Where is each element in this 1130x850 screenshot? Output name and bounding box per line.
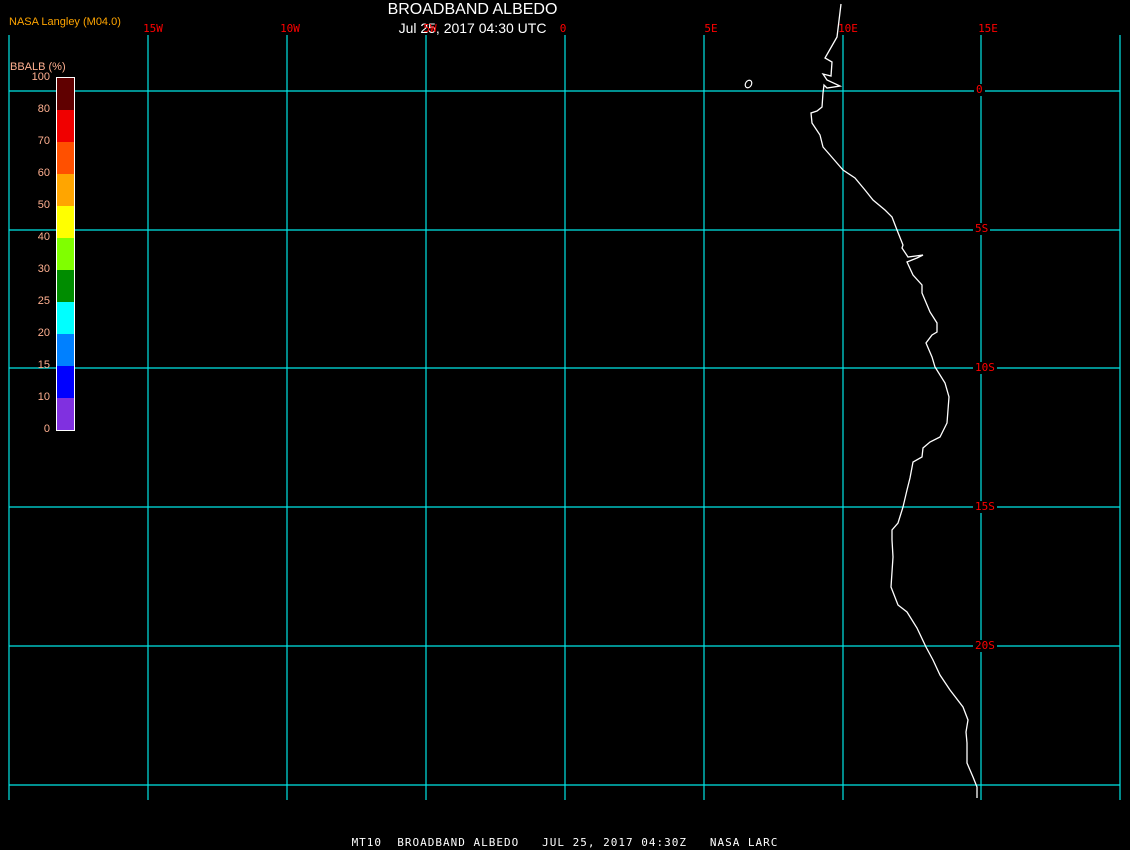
- map-canvas: [8, 3, 1121, 800]
- legend-label: 100: [31, 71, 50, 83]
- lon-label: 15W: [143, 22, 163, 35]
- legend-swatch: [57, 302, 74, 334]
- lat-label: 5S: [973, 222, 991, 235]
- lon-label: 10E: [838, 22, 858, 35]
- legend-swatch: [57, 174, 74, 206]
- lon-label: 0: [559, 22, 567, 35]
- legend-swatch: [57, 366, 74, 398]
- lon-label: 15E: [978, 22, 998, 35]
- legend-label: 15: [37, 359, 50, 371]
- legend-label: 0: [43, 423, 50, 435]
- lat-label: 15S: [973, 500, 997, 513]
- legend-swatch: [57, 142, 74, 174]
- legend-label: 25: [37, 295, 50, 307]
- legend-label: 60: [37, 167, 50, 179]
- lon-label: 5W: [423, 22, 437, 35]
- legend-swatch: [57, 206, 74, 238]
- credit-label: NASA Langley (M04.0): [9, 16, 121, 28]
- legend-label: 80: [37, 103, 50, 115]
- legend-swatch: [57, 78, 74, 110]
- legend-label: 50: [37, 199, 50, 211]
- legend-swatch: [57, 110, 74, 142]
- legend-swatch: [57, 398, 74, 430]
- legend-swatch: [57, 270, 74, 302]
- legend-swatch: [57, 238, 74, 270]
- footer-caption: MT10 BROADBAND ALBEDO JUL 25, 2017 04:30…: [351, 836, 779, 849]
- legend-swatch: [57, 334, 74, 366]
- lat-label: 20S: [973, 639, 997, 652]
- legend-label: 10: [37, 391, 50, 403]
- product-title: BROADBAND ALBEDO: [387, 1, 558, 18]
- color-legend: [56, 77, 75, 431]
- legend-label: 40: [37, 231, 50, 243]
- legend-label: 20: [37, 327, 50, 339]
- legend-label: 70: [37, 135, 50, 147]
- lon-label: 5E: [704, 22, 718, 35]
- lat-label: 0: [974, 83, 985, 96]
- lat-label: 10S: [973, 361, 997, 374]
- timestamp: Jul 25, 2017 04:30 UTC: [398, 20, 547, 36]
- legend-label: 30: [37, 263, 50, 275]
- lon-label: 10W: [280, 22, 300, 35]
- map-viewer: BROADBAND ALBEDO Jul 25, 2017 04:30 UTC …: [0, 0, 1130, 850]
- coastline: [810, 3, 978, 798]
- island-outline: [744, 79, 753, 89]
